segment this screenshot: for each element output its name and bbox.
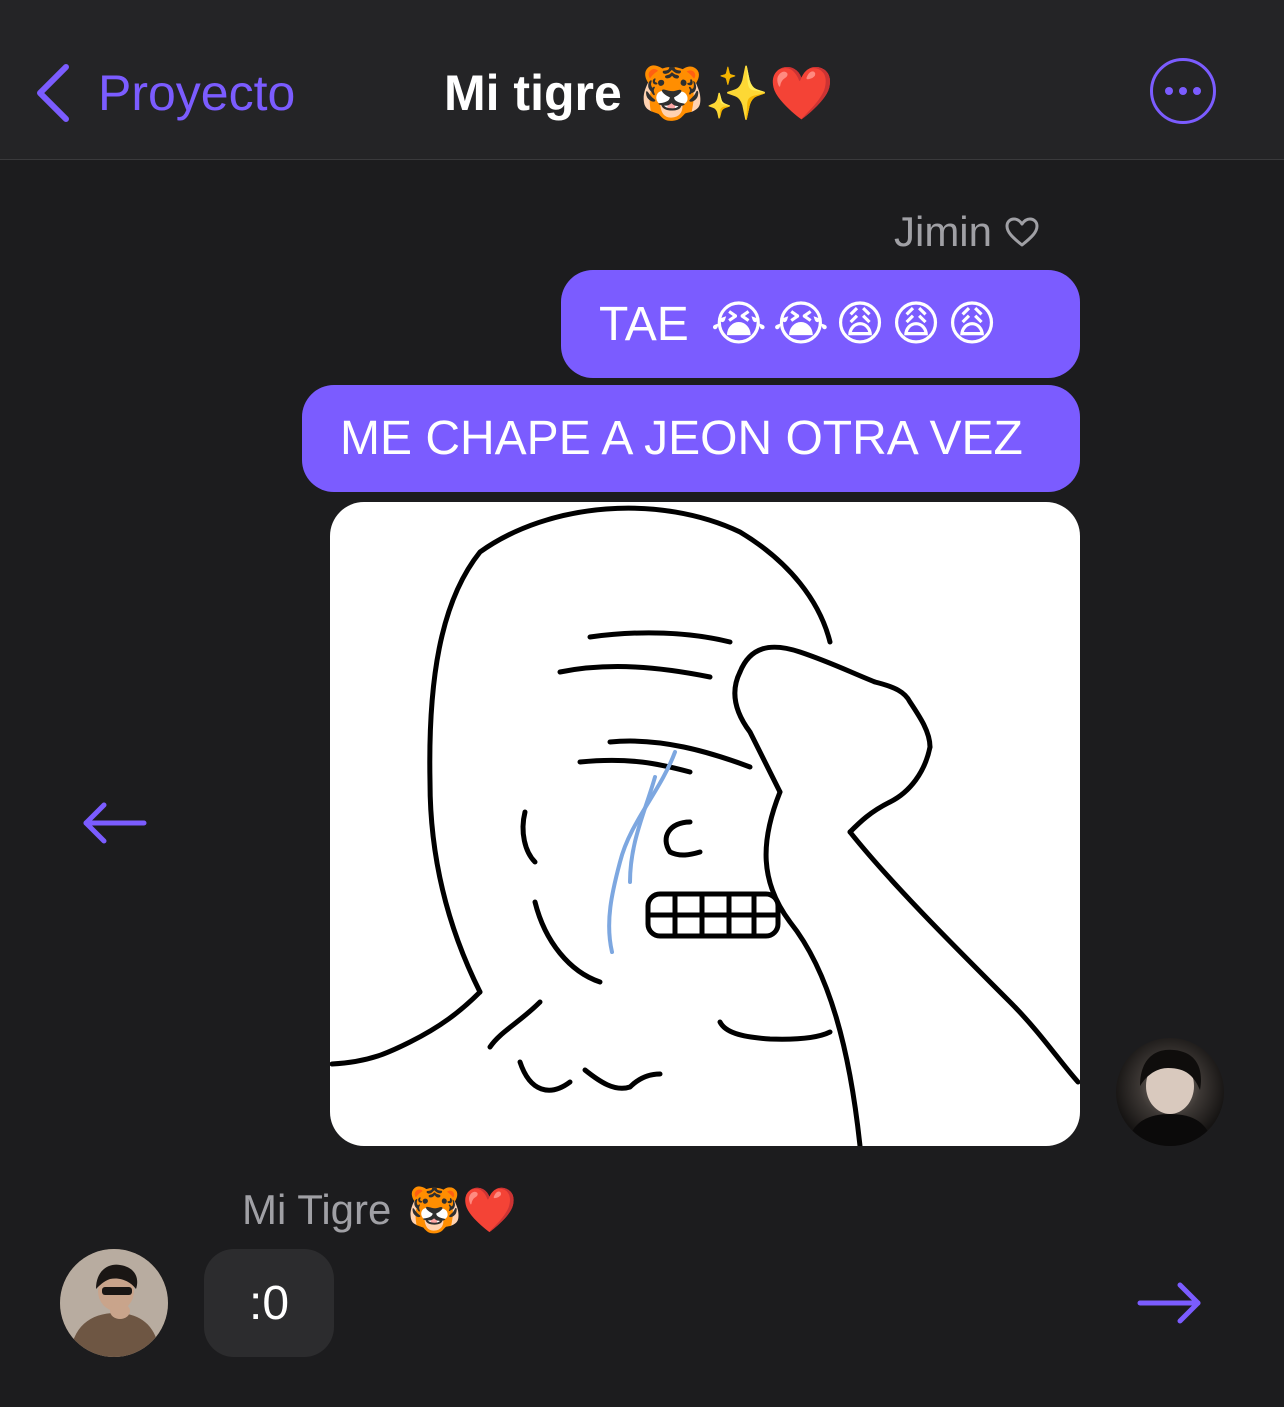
message-text: TAE [599,297,689,351]
sender-name-emojis: 🐯❤️ [407,1185,517,1236]
sender-name-text: Jimin [893,208,992,255]
more-options-button[interactable] [1150,58,1216,124]
crying-wojak-image [330,505,1080,1146]
sender-name-text: Mi Tigre [242,1186,392,1233]
chat-title-text: Mi tigre [444,65,622,121]
arrow-left-icon [83,802,147,844]
next-button[interactable] [1136,1280,1204,1331]
avatar-photo [1128,1049,1212,1146]
heart-outline-icon [1005,217,1039,247]
sender-name-mi-tigre: Mi Tigre 🐯❤️ [242,1184,517,1236]
message-emojis: 😭😭😩😩😩 [710,296,1004,352]
sender-name-jimin: Jimin [894,208,1040,256]
back-label: Proyecto [98,65,296,121]
ellipsis-dot [1179,87,1187,95]
avatar-mi-tigre[interactable] [60,1249,168,1357]
message-text: :0 [248,1276,290,1330]
ellipsis-dot [1193,87,1201,95]
avatar-jimin[interactable] [1116,1038,1224,1146]
message-bubble-outgoing[interactable]: TAE 😭😭😩😩😩 [561,270,1080,378]
ellipsis-circle-icon [1165,87,1173,95]
arrow-right-icon [1137,1282,1201,1324]
message-text: ME CHAPE A JEON OTRA VEZ [340,412,1023,465]
chevron-left-icon [37,64,69,122]
previous-button[interactable] [80,800,148,851]
back-button[interactable]: Proyecto [34,60,295,126]
message-bubble-outgoing[interactable]: ME CHAPE A JEON OTRA VEZ [302,385,1080,492]
chat-title: Mi tigre 🐯✨❤️ [444,58,834,128]
message-bubble-incoming[interactable]: :0 [204,1249,334,1357]
image-message-crying-wojak[interactable] [330,502,1080,1146]
avatar-photo [60,1249,168,1357]
chat-title-emojis: 🐯✨❤️ [639,63,835,124]
chat-header: Proyecto Mi tigre 🐯✨❤️ [0,0,1284,160]
